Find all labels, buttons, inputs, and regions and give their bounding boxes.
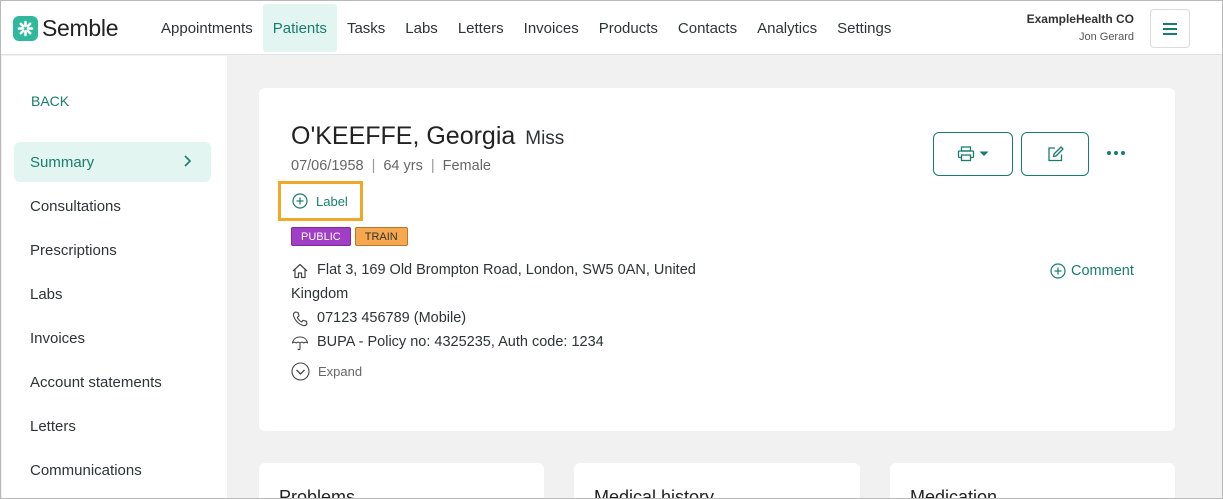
caret-down-icon: [979, 151, 988, 156]
patient-gender: Female: [442, 158, 491, 174]
problems-card-title: Problems: [279, 487, 356, 499]
sidebar-item-letters[interactable]: Letters: [14, 406, 211, 446]
chevron-down-circle-icon: [291, 362, 310, 381]
medical-history-card: Medical history: [574, 463, 860, 499]
home-icon: [291, 262, 309, 280]
insurance-info: BUPA - Policy no: 4325235, Auth code: 12…: [317, 334, 604, 350]
patient-summary-card: O'KEEFFE, Georgia Miss 07/06/1958 | 64 y…: [259, 88, 1175, 431]
address-line-2: Kingdom: [291, 286, 349, 302]
chevron-right-icon: [184, 155, 192, 167]
more-options-button[interactable]: [1102, 143, 1130, 163]
back-link[interactable]: BACK: [31, 93, 69, 109]
sidebar-item-label: Consultations: [30, 197, 121, 215]
sidebar-item-label: Communications: [30, 461, 142, 479]
top-nav-bar: Semble Appointments Patients Tasks Labs …: [1, 1, 1222, 55]
edit-icon: [1047, 146, 1064, 162]
nav-invoices[interactable]: Invoices: [514, 4, 589, 52]
sidebar-item-label: Account statements: [30, 373, 162, 391]
sidebar-item-prescriptions[interactable]: Prescriptions: [14, 230, 211, 270]
sidebar-item-label: Labs: [30, 285, 63, 303]
page-title: O'KEEFFE, Georgia Miss: [291, 122, 564, 151]
nav-settings[interactable]: Settings: [827, 4, 901, 52]
sidebar-item-label: Letters: [30, 417, 76, 435]
divider: |: [371, 158, 376, 174]
patient-name: O'KEEFFE, Georgia: [291, 122, 516, 150]
nav-labs[interactable]: Labs: [395, 4, 448, 52]
account-info[interactable]: ExampleHealth CO Jon Gerard: [1027, 12, 1134, 43]
phone-row: 07123 456789 (Mobile): [291, 310, 466, 328]
hamburger-icon: [1163, 22, 1177, 35]
sidebar-item-label: Invoices: [30, 329, 86, 347]
comment-label: Comment: [1071, 263, 1134, 279]
brand-name: Semble: [42, 15, 119, 41]
more-horizontal-icon: [1107, 151, 1125, 155]
problems-card: Problems: [259, 463, 544, 499]
medical-history-card-title: Medical history: [594, 487, 715, 499]
nav-patients[interactable]: Patients: [262, 4, 337, 52]
edit-patient-button[interactable]: [1021, 132, 1089, 176]
patient-age: 64 yrs: [383, 158, 423, 174]
nav-appointments[interactable]: Appointments: [151, 4, 263, 52]
patient-sidebar: BACK Summary Consultations Prescriptions…: [2, 56, 227, 498]
plus-circle-icon: [1050, 263, 1066, 279]
app-window: Semble Appointments Patients Tasks Labs …: [0, 0, 1223, 499]
main-menu-button[interactable]: [1150, 9, 1190, 48]
nav-tasks[interactable]: Tasks: [337, 4, 395, 52]
logo-mark-icon: [13, 16, 38, 41]
phone-icon: [291, 310, 309, 328]
nav-contacts[interactable]: Contacts: [668, 4, 747, 52]
address-row: Flat 3, 169 Old Brompton Road, London, S…: [291, 262, 696, 280]
main-nav: Appointments Patients Tasks Labs Letters…: [151, 4, 901, 52]
sidebar-item-invoices[interactable]: Invoices: [14, 318, 211, 358]
sidebar-item-labs[interactable]: Labs: [14, 274, 211, 314]
sidebar-item-summary[interactable]: Summary: [14, 142, 211, 182]
expand-label: Expand: [318, 364, 363, 379]
sidebar-item-account-statements[interactable]: Account statements: [14, 362, 211, 402]
sidebar-item-communications[interactable]: Communications: [14, 450, 211, 490]
user-name: Jon Gerard: [1078, 31, 1134, 43]
add-label-text: Label: [316, 193, 348, 209]
sidebar-item-label: Summary: [30, 153, 95, 171]
printer-icon: [957, 146, 974, 162]
patient-title: Miss: [525, 128, 565, 149]
patient-tags: PUBLIC TRAIN: [291, 227, 412, 246]
phone-number: 07123 456789 (Mobile): [317, 310, 467, 326]
nav-analytics[interactable]: Analytics: [747, 4, 827, 52]
org-name: ExampleHealth CO: [1026, 12, 1134, 26]
plus-circle-icon: [292, 193, 308, 209]
nav-products[interactable]: Products: [589, 4, 668, 52]
sidebar-item-consultations[interactable]: Consultations: [14, 186, 211, 226]
expand-button[interactable]: Expand: [291, 362, 362, 381]
tag-badge[interactable]: TRAIN: [354, 227, 408, 246]
add-label-button[interactable]: Label: [278, 181, 363, 221]
divider: |: [430, 158, 435, 174]
insurance-row: BUPA - Policy no: 4325235, Auth code: 12…: [291, 334, 604, 352]
semble-logo[interactable]: Semble: [13, 15, 118, 42]
patient-demographics: 07/06/1958 | 64 yrs | Female: [291, 158, 491, 174]
address-line-1: Flat 3, 169 Old Brompton Road, London, S…: [317, 262, 696, 278]
umbrella-icon: [291, 334, 309, 352]
medication-card: Medication: [890, 463, 1175, 499]
patient-dob: 07/06/1958: [291, 158, 364, 174]
add-comment-button[interactable]: Comment: [1050, 263, 1134, 279]
nav-letters[interactable]: Letters: [448, 4, 514, 52]
medication-card-title: Medication: [910, 487, 998, 499]
sidebar-item-label: Prescriptions: [30, 241, 117, 259]
print-dropdown-button[interactable]: [933, 132, 1013, 176]
tag-badge[interactable]: PUBLIC: [291, 227, 351, 246]
